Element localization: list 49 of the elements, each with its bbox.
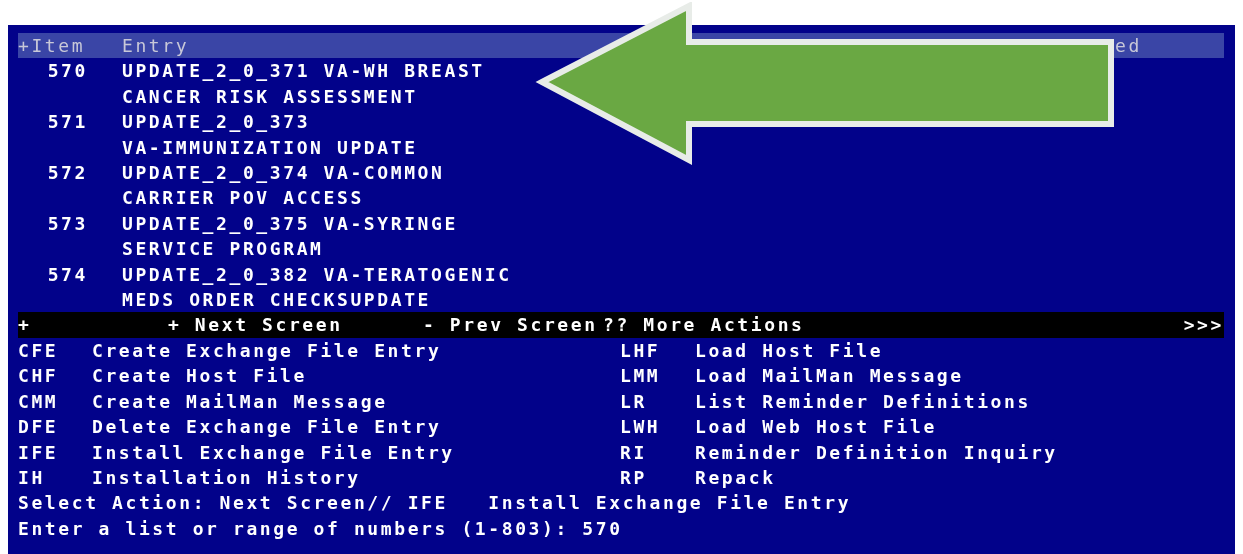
action-name: Delete Exchange File Entry <box>92 415 443 440</box>
item-number: 573 <box>46 211 89 236</box>
prompt-line: Select Action: Next Screen// IFE Install Exchange File Entry <box>18 491 853 516</box>
action-name: Install Exchange File Entry <box>92 440 456 465</box>
action-code: RI <box>620 440 648 465</box>
item-number: 572 <box>46 161 89 186</box>
entry-text: UPDATE_2_0_375 VA-SYRINGE <box>122 211 458 236</box>
action-name: Installation History <box>92 465 362 490</box>
action-code: LHF <box>620 338 662 363</box>
action-code: LR <box>620 389 648 414</box>
action-name: Reminder Definition Inquiry <box>695 440 1059 465</box>
action-code: CMM <box>18 389 60 414</box>
nav-command: - Prev Screen <box>423 313 599 338</box>
entry-text: UPDATE_2_0_382 VA-TERATOGENIC <box>122 262 512 287</box>
action-code: DFE <box>18 415 60 440</box>
action-name: Load Host File <box>695 338 885 363</box>
prompt-line: Enter a list or range of numbers (1-803): 570 <box>18 516 624 541</box>
item-number: 570 <box>46 59 89 84</box>
action-name: Create Host File <box>92 364 308 389</box>
column-header: Entry <box>122 34 191 58</box>
action-name: List Reminder Definitions <box>695 389 1032 414</box>
action-code: LWH <box>620 415 662 440</box>
action-name: Repack <box>695 465 777 490</box>
item-number: 571 <box>46 110 89 135</box>
entry-text: VA-IMMUNIZATION UPDATE <box>122 135 418 160</box>
action-code: RP <box>620 465 648 490</box>
entry-text: MEDS ORDER CHECKSUPDATE <box>122 288 433 313</box>
action-code: CFE <box>18 338 60 363</box>
action-code: CHF <box>18 364 60 389</box>
entry-text: CARRIER POV ACCESS <box>122 186 365 211</box>
nav-command: + Next Screen <box>168 313 344 338</box>
action-name: Create Exchange File Entry <box>92 338 443 363</box>
column-header: +Item <box>18 34 87 58</box>
entry-text: UPDATE_2_0_373 <box>122 110 312 135</box>
action-code: IFE <box>18 440 60 465</box>
item-number: 574 <box>46 262 89 287</box>
entry-text: UPDATE_2_0_371 VA-WH BREAST <box>122 59 485 84</box>
action-code: IH <box>18 465 46 490</box>
action-name: Load Web Host File <box>695 415 938 440</box>
action-name: Load MailMan Message <box>695 364 965 389</box>
column-header: ed <box>1115 34 1142 58</box>
entry-text: UPDATE_2_0_374 VA-COMMON <box>122 161 445 186</box>
nav-command: ?? More Actions <box>603 313 806 338</box>
action-name: Create MailMan Message <box>92 389 389 414</box>
more-indicator: >>> <box>1183 313 1224 338</box>
scroll-marker: + <box>18 313 33 338</box>
entry-text: CANCER RISK ASSESSMENT <box>122 84 419 109</box>
action-code: LMM <box>620 364 662 389</box>
entry-text: SERVICE PROGRAM <box>122 237 325 262</box>
